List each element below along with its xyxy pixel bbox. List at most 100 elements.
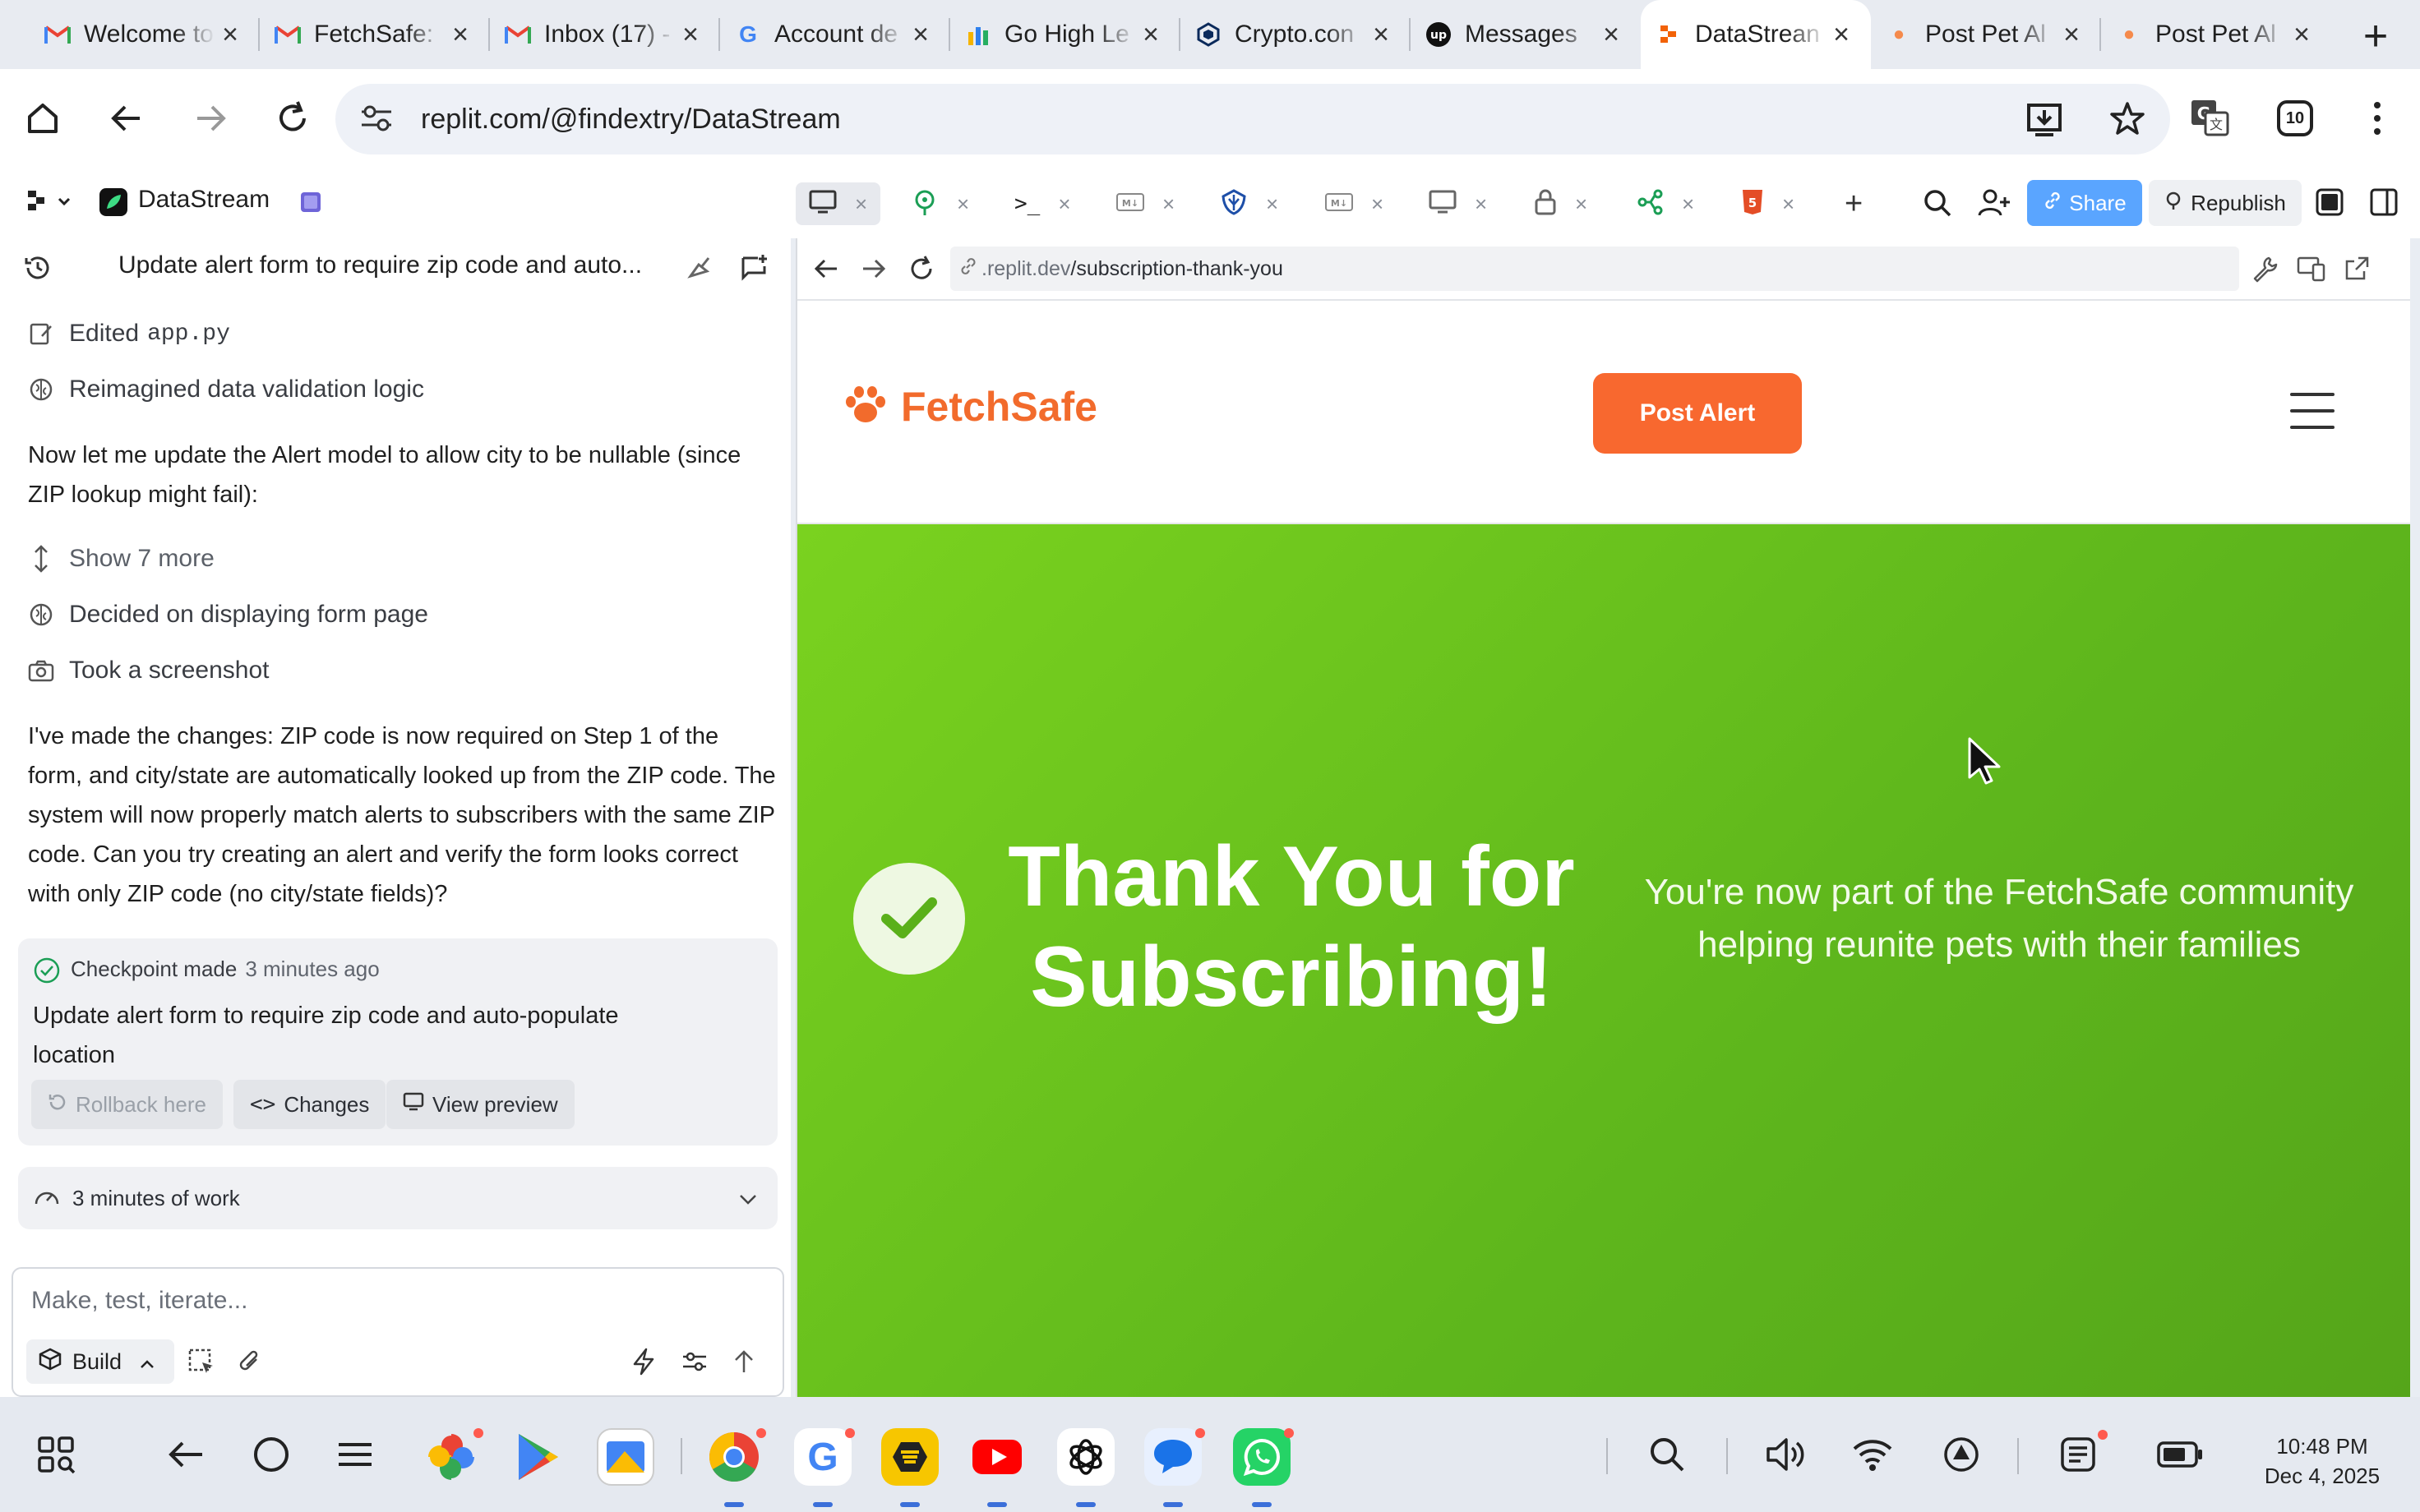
tab-secrets[interactable]: ×	[1534, 182, 1587, 225]
invite-user-icon[interactable]	[1978, 187, 2011, 223]
new-chat-icon[interactable]	[740, 253, 769, 287]
post-alert-button[interactable]: Post Alert	[1593, 373, 1802, 454]
files-app-icon[interactable]	[597, 1428, 654, 1486]
close-icon[interactable]: ×	[1371, 191, 1383, 217]
bumble-app-icon[interactable]	[881, 1428, 939, 1486]
clear-chat-icon[interactable]	[686, 253, 715, 287]
play-store-icon[interactable]	[510, 1428, 567, 1486]
close-icon[interactable]: ×	[446, 19, 475, 51]
history-icon[interactable]	[23, 253, 53, 287]
tab-agent[interactable]: ×	[911, 182, 969, 225]
close-icon[interactable]: ×	[855, 191, 867, 217]
whatsapp-app-icon[interactable]	[1233, 1428, 1291, 1486]
browser-tab[interactable]: up Messages ×	[1411, 0, 1641, 69]
home-nav-icon[interactable]	[245, 1428, 298, 1481]
close-icon[interactable]: ×	[1782, 191, 1794, 217]
tab-html[interactable]: 5 ×	[1741, 182, 1794, 225]
close-icon[interactable]: ×	[906, 19, 935, 51]
home-icon[interactable]	[18, 94, 67, 143]
bookmark-star-icon[interactable]	[2109, 100, 2145, 141]
select-element-icon[interactable]	[187, 1348, 215, 1380]
chrome-app-icon[interactable]	[705, 1428, 763, 1486]
add-tab-button[interactable]: +	[1845, 182, 1863, 225]
back-arrow-icon[interactable]	[812, 255, 840, 287]
browser-tab[interactable]: Crypto.con ×	[1180, 0, 1411, 69]
close-icon[interactable]: ×	[215, 19, 245, 51]
agent-prompt-input[interactable]	[31, 1280, 755, 1321]
more-menu-icon[interactable]	[2353, 94, 2402, 143]
close-icon[interactable]: ×	[1058, 191, 1070, 217]
view-preview-button[interactable]: View preview	[386, 1080, 575, 1129]
install-app-icon[interactable]	[2025, 100, 2063, 142]
device-preview-icon[interactable]	[2297, 255, 2326, 287]
search-icon[interactable]	[1641, 1428, 1693, 1481]
translate-icon[interactable]: G文	[2185, 94, 2234, 143]
close-icon[interactable]: ×	[2287, 19, 2316, 51]
recents-nav-icon[interactable]	[329, 1428, 381, 1481]
close-icon[interactable]: ×	[1827, 19, 1856, 51]
tab-webview[interactable]: ×	[796, 182, 881, 225]
volume-icon[interactable]	[1759, 1428, 1812, 1481]
send-arrow-icon[interactable]	[732, 1348, 756, 1380]
open-external-icon[interactable]	[2343, 255, 2371, 287]
close-icon[interactable]: ×	[1596, 19, 1626, 51]
layout-toggle-icon[interactable]	[2315, 187, 2344, 221]
extensions-icon[interactable]: 10	[2270, 94, 2320, 143]
search-icon[interactable]	[1922, 187, 1953, 223]
tab-markdown[interactable]: M↓ ×	[1116, 182, 1175, 225]
tab-webview-2[interactable]: ×	[1429, 182, 1487, 225]
share-button[interactable]: Share	[2027, 180, 2142, 226]
browser-tab[interactable]: Go High Le ×	[950, 0, 1180, 69]
tab-shell[interactable]: >_ ×	[1014, 182, 1071, 225]
sidebar-toggle-icon[interactable]	[2369, 187, 2399, 221]
close-icon[interactable]: ×	[1162, 191, 1175, 217]
close-icon[interactable]: ×	[1266, 191, 1278, 217]
lightning-icon[interactable]	[631, 1348, 656, 1380]
close-icon[interactable]: ×	[1475, 191, 1487, 217]
back-nav-icon[interactable]	[159, 1428, 212, 1481]
browser-tab[interactable]: ● Post Pet Al ×	[1871, 0, 2101, 69]
browser-tab[interactable]: G Account de ×	[720, 0, 950, 69]
close-icon[interactable]: ×	[1136, 19, 1166, 51]
devtools-wrench-icon[interactable]	[2251, 255, 2279, 287]
forward-arrow-icon[interactable]	[860, 255, 888, 287]
close-icon[interactable]: ×	[676, 19, 705, 51]
attach-icon[interactable]	[237, 1348, 263, 1380]
address-bar[interactable]: replit.com/@findextry/DataStream	[335, 84, 2170, 154]
site-settings-icon[interactable]	[358, 102, 395, 139]
reload-icon[interactable]	[268, 94, 317, 143]
chatgpt-app-icon[interactable]	[1057, 1428, 1115, 1486]
reload-icon[interactable]	[908, 255, 935, 287]
tab-git[interactable]: ×	[1636, 182, 1694, 225]
preview-url-field[interactable]: .replit.dev/subscription-thank-you	[950, 247, 2239, 291]
browser-tab[interactable]: Welcome to ×	[30, 0, 260, 69]
rollback-button[interactable]: Rollback here	[31, 1080, 223, 1129]
tab-security[interactable]: ×	[1220, 182, 1278, 225]
action-reimagined[interactable]: Reimagined data validation logic	[25, 373, 424, 406]
browser-tab[interactable]: ● Post Pet Al ×	[2101, 0, 2331, 69]
close-icon[interactable]: ×	[1682, 191, 1694, 217]
republish-button[interactable]: Republish	[2149, 180, 2302, 226]
close-icon[interactable]: ×	[1366, 19, 1396, 51]
messages-app-icon[interactable]	[1144, 1428, 1202, 1486]
changes-button[interactable]: <> Changes	[233, 1080, 386, 1129]
replit-menu-icon[interactable]	[26, 187, 76, 221]
settings-sliders-icon[interactable]	[681, 1348, 709, 1380]
action-edited-file[interactable]: Edited app.py	[25, 317, 230, 350]
youtube-app-icon[interactable]	[968, 1428, 1026, 1486]
photos-app-icon[interactable]	[423, 1428, 480, 1486]
close-icon[interactable]: ×	[957, 191, 969, 217]
back-arrow-icon[interactable]	[102, 94, 151, 143]
new-tab-button[interactable]: +	[2353, 12, 2399, 61]
action-screenshot[interactable]: Took a screenshot	[25, 654, 269, 687]
show-more-toggle[interactable]: Show 7 more	[25, 542, 215, 575]
project-name[interactable]: DataStream	[138, 186, 270, 214]
google-app-icon[interactable]: G	[794, 1428, 852, 1486]
site-logo[interactable]: FetchSafe	[843, 383, 1097, 431]
browser-tab-active[interactable]: DataStrean ×	[1641, 0, 1871, 69]
build-mode-button[interactable]: Build	[26, 1339, 174, 1384]
notifications-icon[interactable]	[2052, 1428, 2104, 1481]
close-icon[interactable]: ×	[2057, 19, 2086, 51]
work-summary-bar[interactable]: 3 minutes of work	[18, 1167, 778, 1229]
browser-tab[interactable]: Inbox (17) - ×	[490, 0, 720, 69]
